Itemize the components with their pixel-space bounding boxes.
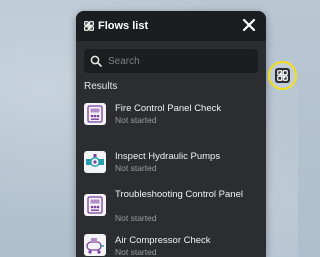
flow-name: Air Compressor Check xyxy=(115,235,211,246)
flows-list-panel: Flows list Results F xyxy=(76,11,266,257)
flow-item-air-compressor-check[interactable]: Air Compressor Check Not started xyxy=(76,231,266,257)
search-icon xyxy=(90,55,102,67)
flow-item-inspect-hydraulic-pumps[interactable]: Inspect Hydraulic Pumps Not started xyxy=(76,145,266,179)
panel-title: Flows list xyxy=(98,20,149,32)
flow-item-fire-control-panel-check[interactable]: Fire Control Panel Check Not started xyxy=(76,97,266,133)
flow-name: Fire Control Panel Check xyxy=(115,103,222,114)
panel-header: Flows list xyxy=(76,11,266,41)
flows-icon xyxy=(275,68,290,83)
flow-status: Not started xyxy=(115,115,157,125)
control-panel-icon xyxy=(84,103,106,125)
open-flows-button[interactable] xyxy=(268,61,297,90)
control-panel-icon xyxy=(84,194,106,216)
search-input[interactable] xyxy=(108,51,252,71)
hydraulic-pump-icon xyxy=(84,151,106,173)
flow-name: Troubleshooting Control Panel xyxy=(115,189,243,200)
air-compressor-icon xyxy=(84,234,106,256)
flow-item-troubleshooting-control-panel[interactable]: Troubleshooting Control Panel Not starte… xyxy=(76,187,266,227)
close-icon[interactable] xyxy=(241,17,257,33)
flow-status: Not started xyxy=(115,247,157,257)
flow-status: Not started xyxy=(115,213,157,223)
results-label: Results xyxy=(84,81,118,92)
flow-name: Inspect Hydraulic Pumps xyxy=(115,151,221,162)
flow-status: Not started xyxy=(115,163,157,173)
flows-icon xyxy=(84,21,94,31)
search-box[interactable] xyxy=(84,49,258,73)
